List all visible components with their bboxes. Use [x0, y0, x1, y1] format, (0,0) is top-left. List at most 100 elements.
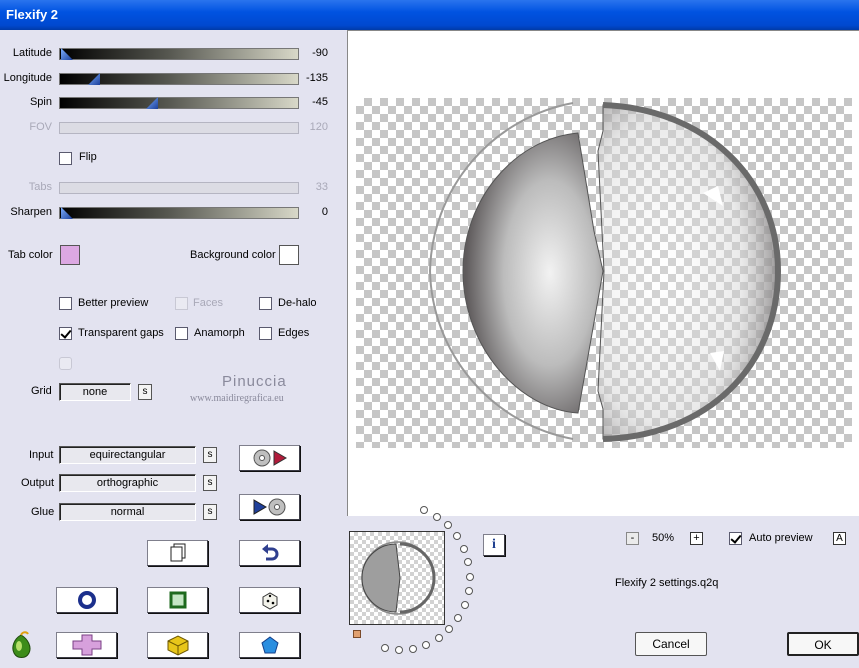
watermark-name: Pinuccia — [222, 373, 287, 390]
fov-label: FOV — [29, 121, 52, 133]
flip-checkbox[interactable] — [59, 152, 72, 165]
glue-select[interactable]: normal — [59, 503, 196, 521]
dehalo-label: De-halo — [278, 297, 317, 309]
edges-label: Edges — [278, 327, 310, 339]
navigator-sphere-image — [361, 541, 436, 615]
zoom-out-button[interactable]: - — [626, 532, 639, 545]
grid-select[interactable]: none — [59, 383, 131, 401]
cancel-button[interactable]: Cancel — [635, 632, 707, 656]
anamorph-checkbox[interactable] — [175, 327, 188, 340]
sharpen-slider[interactable] — [59, 207, 299, 219]
longitude-label: Longitude — [3, 72, 52, 84]
watermark-site: www.maidiregrafica.eu — [190, 393, 284, 404]
navigator-dial-dot[interactable] — [408, 644, 417, 653]
spin-label: Spin — [29, 96, 52, 108]
flip-label: Flip — [79, 151, 97, 163]
navigator-handle[interactable] — [353, 630, 361, 638]
zoom-in-button[interactable]: + — [690, 532, 703, 545]
preview-panel[interactable] — [347, 30, 859, 516]
better-preview-label: Better preview — [78, 297, 149, 309]
navigator-dial-dot[interactable] — [434, 634, 443, 643]
navigator-dial-dot[interactable] — [380, 644, 389, 653]
tabs-slider — [59, 182, 299, 194]
square-frame-icon — [169, 591, 186, 609]
latitude-slider[interactable] — [59, 48, 299, 60]
navigator-dial-dot[interactable] — [445, 624, 454, 633]
preview-sphere-image — [429, 102, 782, 442]
sharpen-slider-thumb[interactable] — [61, 207, 73, 219]
anamorph-label: Anamorph — [194, 327, 245, 339]
better-preview-checkbox[interactable] — [59, 297, 72, 310]
navigator-dial-dot[interactable] — [432, 512, 441, 521]
latitude-value: -90 — [312, 47, 328, 59]
navigator-dial-dot[interactable] — [464, 558, 473, 567]
navigator-dial-dot[interactable] — [443, 521, 452, 530]
edges-checkbox[interactable] — [259, 327, 272, 340]
output-label: Output — [21, 477, 55, 489]
longitude-slider-thumb[interactable] — [88, 73, 100, 85]
navigator-dial-dot[interactable] — [394, 645, 403, 654]
navigator-dial-dot[interactable] — [465, 572, 474, 581]
zoom-value: 50% — [652, 532, 675, 544]
load-image-input-button[interactable] — [239, 445, 300, 471]
save-output-button[interactable] — [239, 494, 300, 520]
auto-preview-label: Auto preview — [749, 532, 813, 544]
transparent-gaps-checkbox[interactable] — [59, 327, 72, 340]
auto-preview-button[interactable]: A — [833, 532, 846, 545]
input-s-button[interactable]: s — [203, 447, 217, 463]
background-color-label: Background color — [190, 249, 276, 261]
navigator-dial-dot[interactable] — [454, 613, 463, 622]
tabs-value: 33 — [315, 181, 328, 193]
circle-shape-button[interactable] — [56, 587, 117, 613]
cube-shape-button[interactable] — [147, 632, 208, 658]
random-button[interactable] — [239, 587, 300, 613]
play-disc-icon — [253, 498, 285, 516]
output-select[interactable]: orthographic — [59, 474, 196, 492]
window-title-bar: Flexify 2 — [0, 0, 859, 30]
cross-icon — [72, 634, 101, 656]
dice-icon — [262, 592, 277, 610]
navigator-dial-dot[interactable] — [452, 532, 461, 541]
info-button[interactable]: i — [483, 534, 505, 556]
latitude-label: Latitude — [12, 47, 52, 59]
fov-value: 120 — [309, 121, 328, 133]
document-icon — [170, 543, 185, 562]
dehalo-checkbox[interactable] — [259, 297, 272, 310]
info-icon: i — [492, 537, 496, 552]
faces-checkbox — [175, 297, 188, 310]
window-title: Flexify 2 — [6, 7, 59, 22]
undo-button[interactable] — [239, 540, 300, 566]
square-shape-button[interactable] — [147, 587, 208, 613]
grid-label: Grid — [31, 385, 52, 397]
pentagon-icon — [260, 636, 279, 654]
settings-file-name: Flexify 2 settings.q2q — [615, 577, 719, 589]
navigator-thumbnail[interactable] — [349, 531, 445, 625]
input-select[interactable]: equirectangular — [59, 446, 196, 464]
tab-color-label: Tab color — [8, 249, 53, 261]
spin-slider[interactable] — [59, 97, 299, 109]
auto-preview-checkbox[interactable] — [729, 532, 742, 545]
latitude-slider-thumb[interactable] — [61, 48, 73, 60]
spin-slider-thumb[interactable] — [146, 97, 158, 109]
tab-color-swatch[interactable] — [60, 245, 80, 265]
undo-icon — [261, 544, 278, 561]
navigator-dial-dot[interactable] — [464, 587, 473, 596]
input-label: Input — [29, 449, 54, 461]
navigator-dial-dot[interactable] — [460, 600, 469, 609]
grid-s-button[interactable]: s — [138, 384, 152, 400]
cross-shape-button[interactable] — [56, 632, 117, 658]
sharpen-label: Sharpen — [10, 206, 52, 218]
flaming-pear-logo-icon — [12, 631, 31, 658]
ok-button[interactable]: OK — [787, 632, 859, 656]
copy-button[interactable] — [147, 540, 208, 566]
transparent-gaps-label: Transparent gaps — [78, 327, 164, 339]
background-color-swatch[interactable] — [279, 245, 299, 265]
tabs-label: Tabs — [28, 181, 52, 193]
longitude-slider[interactable] — [59, 73, 299, 85]
output-s-button[interactable]: s — [203, 475, 217, 491]
pentagon-shape-button[interactable] — [239, 632, 300, 658]
navigator-dial-dot[interactable] — [422, 640, 431, 649]
navigator-dial-dot[interactable] — [459, 544, 468, 553]
disc-play-icon — [253, 449, 287, 467]
glue-s-button[interactable]: s — [203, 504, 217, 520]
